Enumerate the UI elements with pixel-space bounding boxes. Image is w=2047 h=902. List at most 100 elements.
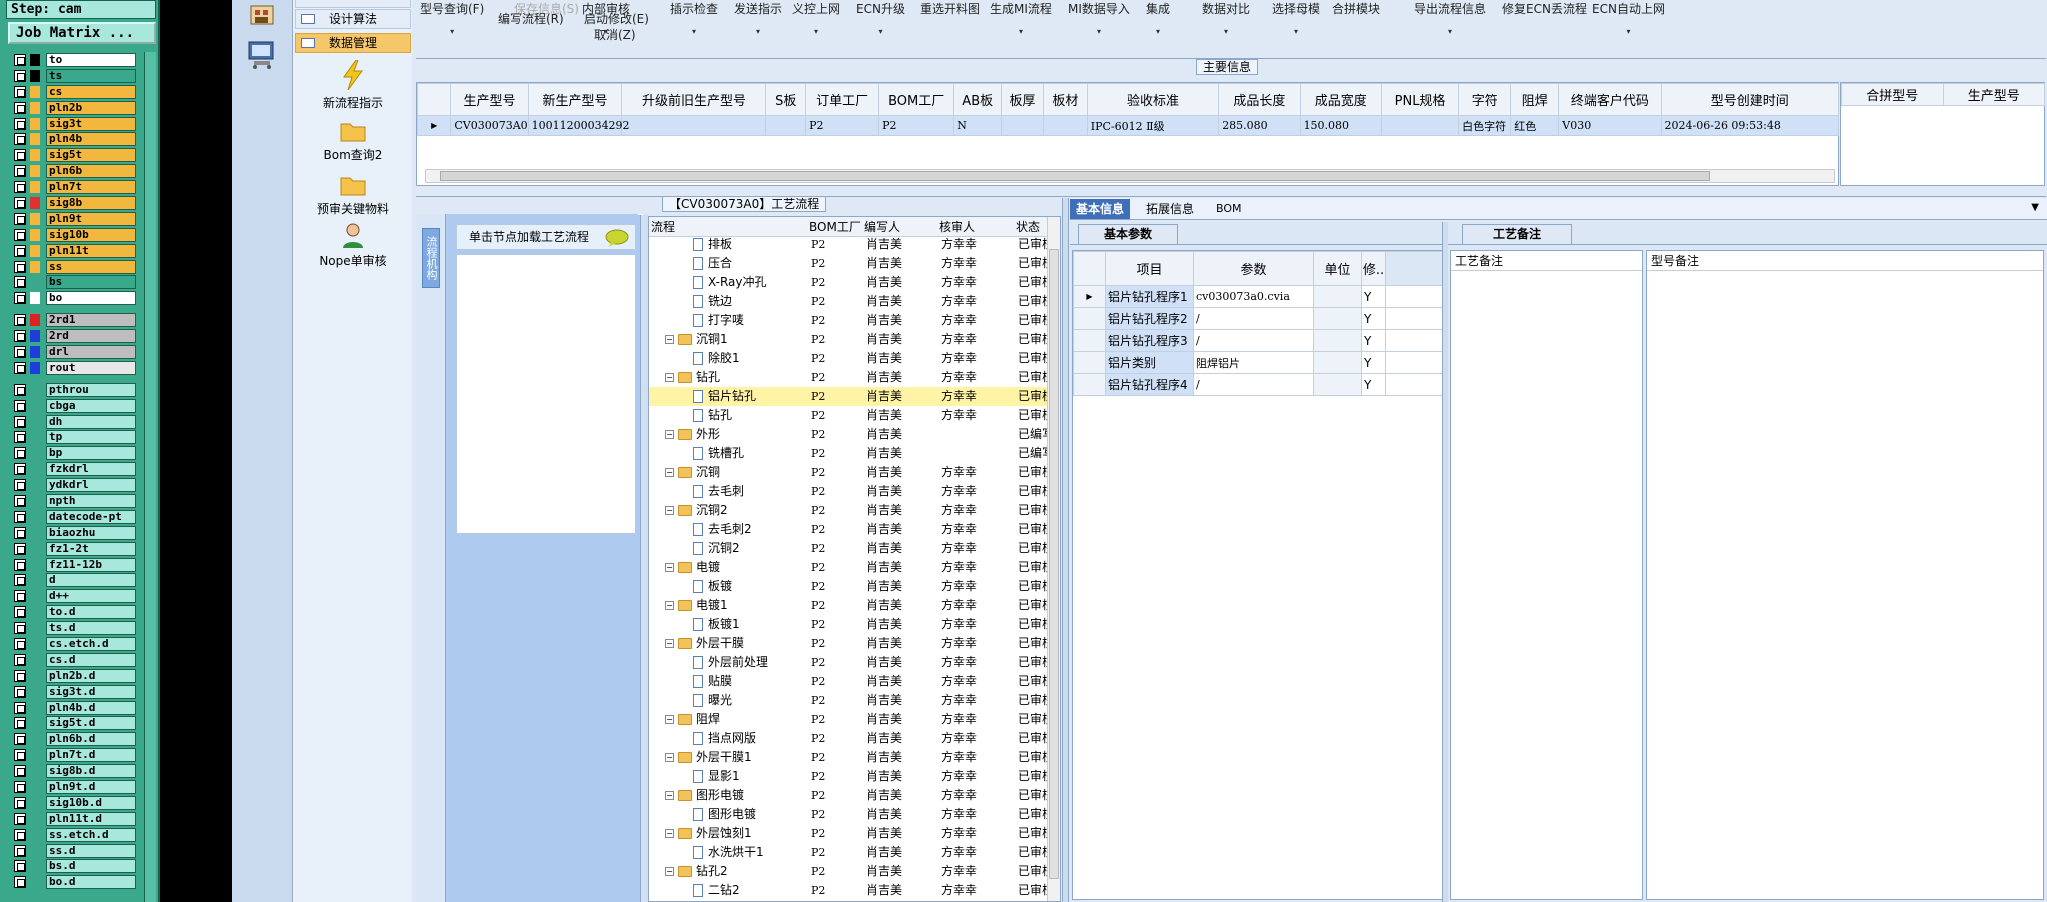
layer-checkbox[interactable] [14, 812, 26, 825]
layer-row[interactable]: fzkdrl [8, 461, 136, 477]
tree-node[interactable]: 沉铜2 P2 肖吉美 方幸幸 已审核 [649, 539, 1060, 558]
layer-row[interactable]: 2rd1 [8, 312, 136, 328]
collapse-icon[interactable]: − [665, 506, 674, 515]
column-header[interactable]: AB板 [953, 83, 1003, 116]
layer-row[interactable]: ss [8, 259, 136, 275]
collapse-icon[interactable]: − [665, 715, 674, 724]
layer-checkbox[interactable] [14, 228, 26, 241]
layer-row[interactable]: d [8, 573, 136, 589]
table-row[interactable]: 铝片类别 阻焊铝片 Y [1073, 351, 1448, 374]
tree-node[interactable]: 铝片钻孔 P2 肖吉美 方幸幸 已审核 [649, 387, 1060, 406]
collapse-icon[interactable]: − [665, 468, 674, 477]
layer-row[interactable]: ss.d [8, 843, 136, 859]
toolbar-button[interactable]: 义控上网 ▾ [792, 0, 840, 36]
layer-row[interactable]: bs.d [8, 859, 136, 875]
scroll-thumb[interactable] [440, 171, 1710, 181]
collapse-icon[interactable]: − [665, 601, 674, 610]
table-cell[interactable]: Y [1361, 351, 1386, 374]
layer-row[interactable]: pln2b.d [8, 668, 136, 684]
collapse-icon[interactable]: − [665, 430, 674, 439]
column-header[interactable]: 字符 [1458, 83, 1512, 116]
layer-checkbox[interactable] [14, 876, 26, 889]
layer-checkbox[interactable] [14, 765, 26, 778]
table-cell[interactable]: Y [1361, 329, 1386, 352]
layer-row[interactable]: pln4b [8, 131, 136, 147]
layer-row[interactable]: cbga [8, 398, 136, 414]
toolbar-button[interactable]: 型号查询(F) ▾ [420, 0, 484, 36]
tree-node[interactable]: 铣槽孔 P2 肖吉美 已编写 [649, 444, 1060, 463]
layer-checkbox[interactable] [14, 749, 26, 762]
table-cell[interactable]: 铝片钻孔程序1 [1105, 285, 1194, 308]
tree-node[interactable]: X-Ray冲孔 P2 肖吉美 方幸幸 已审核 [649, 273, 1060, 292]
table-row[interactable]: ▶ CV030073A0 10011200034292 P2 P2 N IPC-6012 Ⅱ… [416, 115, 1840, 136]
column-header[interactable]: 板厚 [1001, 83, 1044, 116]
tree-node[interactable]: 图形电镀 P2 肖吉美 方幸幸 已审核 [649, 805, 1060, 824]
column-header[interactable]: 升级前旧生产型号 [621, 83, 767, 116]
table-cell[interactable] [1313, 307, 1362, 330]
tree-node[interactable]: − 外层蚀刻1 P2 肖吉美 方幸幸 已审核 [649, 824, 1060, 843]
layer-row[interactable]: biaozhu [8, 525, 136, 541]
layer-checkbox[interactable] [14, 669, 26, 682]
layer-row[interactable]: ts [8, 68, 136, 84]
start-modify-button[interactable]: 启动修改(E) [584, 10, 649, 27]
layer-checkbox[interactable] [14, 494, 26, 507]
tree-node[interactable]: 板镀 P2 肖吉美 方幸幸 已审核 [649, 577, 1060, 596]
layer-checkbox[interactable] [14, 796, 26, 809]
toolbar-button[interactable]: 发送指示 ▾ [734, 0, 782, 36]
column-header[interactable]: BOM工厂 [878, 83, 955, 116]
layer-checkbox[interactable] [14, 314, 26, 327]
layer-checkbox[interactable] [14, 330, 26, 343]
layer-row[interactable]: sig10b [8, 227, 136, 243]
job-matrix-button[interactable]: Job Matrix ... [8, 22, 156, 44]
layer-row[interactable]: pln7t.d [8, 747, 136, 763]
warehouse-icon[interactable] [248, 0, 276, 26]
layer-checkbox[interactable] [14, 510, 26, 523]
tree-node[interactable]: 打字唛 P2 肖吉美 方幸幸 已审核 [649, 311, 1060, 330]
collapse-icon[interactable]: − [665, 335, 674, 344]
column-header[interactable]: 终端客户代码 [1558, 83, 1662, 116]
table-row[interactable]: 铝片钻孔程序4/ Y [1073, 373, 1448, 396]
tree-node[interactable]: 排板 P2 肖吉美 方幸幸 已审核 [649, 235, 1060, 254]
table-cell[interactable]: 铝片钻孔程序2 [1105, 307, 1194, 330]
tree-node[interactable]: − 钻孔2 P2 肖吉美 方幸幸 已审核 [649, 862, 1060, 881]
layer-row[interactable]: to [8, 52, 136, 68]
tree-node[interactable]: − 电镀 P2 肖吉美 方幸幸 已审核 [649, 558, 1060, 577]
layer-checkbox[interactable] [14, 149, 26, 162]
collapse-icon[interactable]: − [665, 563, 674, 572]
tree-node[interactable]: 板镀1 P2 肖吉美 方幸幸 已审核 [649, 615, 1060, 634]
layer-row[interactable]: pthrou [8, 382, 136, 398]
layer-checkbox[interactable] [14, 399, 26, 412]
collapse-icon[interactable]: − [665, 829, 674, 838]
layer-row[interactable]: sig10b.d [8, 795, 136, 811]
layer-checkbox[interactable] [14, 685, 26, 698]
column-header[interactable]: PNL规格 [1380, 83, 1460, 116]
toolbar-button[interactable]: 导出流程信息 ▾ [1414, 0, 1486, 36]
table-cell[interactable]: 铝片钻孔程序4 [1105, 373, 1194, 396]
collapse-icon[interactable]: − [665, 753, 674, 762]
layer-row[interactable]: drl [8, 344, 136, 360]
table-cell[interactable] [1313, 329, 1362, 352]
table-cell[interactable] [1313, 285, 1362, 308]
tree-node[interactable]: − 阻焊 P2 肖吉美 方幸幸 已审核 [649, 710, 1060, 729]
layer-checkbox[interactable] [14, 622, 26, 635]
dropdown-arrow-icon[interactable]: ▼ [2031, 202, 2039, 213]
layer-checkbox[interactable] [14, 733, 26, 746]
toolbar-button[interactable]: ECN自动上网 ▾ [1592, 0, 1665, 36]
horizontal-scrollbar[interactable] [425, 169, 1835, 183]
layer-row[interactable]: ydkdrl [8, 477, 136, 493]
layer-row[interactable]: cs.d [8, 652, 136, 668]
nav-item-new-process[interactable]: 新流程指示 [293, 60, 413, 111]
layer-checkbox[interactable] [14, 196, 26, 209]
table-cell[interactable]: 铝片钻孔程序3 [1105, 329, 1194, 352]
layer-checkbox[interactable] [14, 463, 26, 476]
toolbar-button[interactable]: 数据对比 ▾ [1202, 0, 1250, 36]
tree-node[interactable]: − 钻孔 P2 肖吉美 方幸幸 已审核 [649, 368, 1060, 387]
process-side-tab[interactable]: 流程机构 [422, 228, 440, 288]
layer-row[interactable]: pln9t.d [8, 779, 136, 795]
layer-checkbox[interactable] [14, 844, 26, 857]
column-header[interactable]: 订单工厂 [805, 83, 880, 116]
layer-checkbox[interactable] [14, 653, 26, 666]
layer-checkbox[interactable] [14, 292, 26, 305]
layer-row[interactable]: rout [8, 360, 136, 376]
layer-checkbox[interactable] [14, 345, 26, 358]
